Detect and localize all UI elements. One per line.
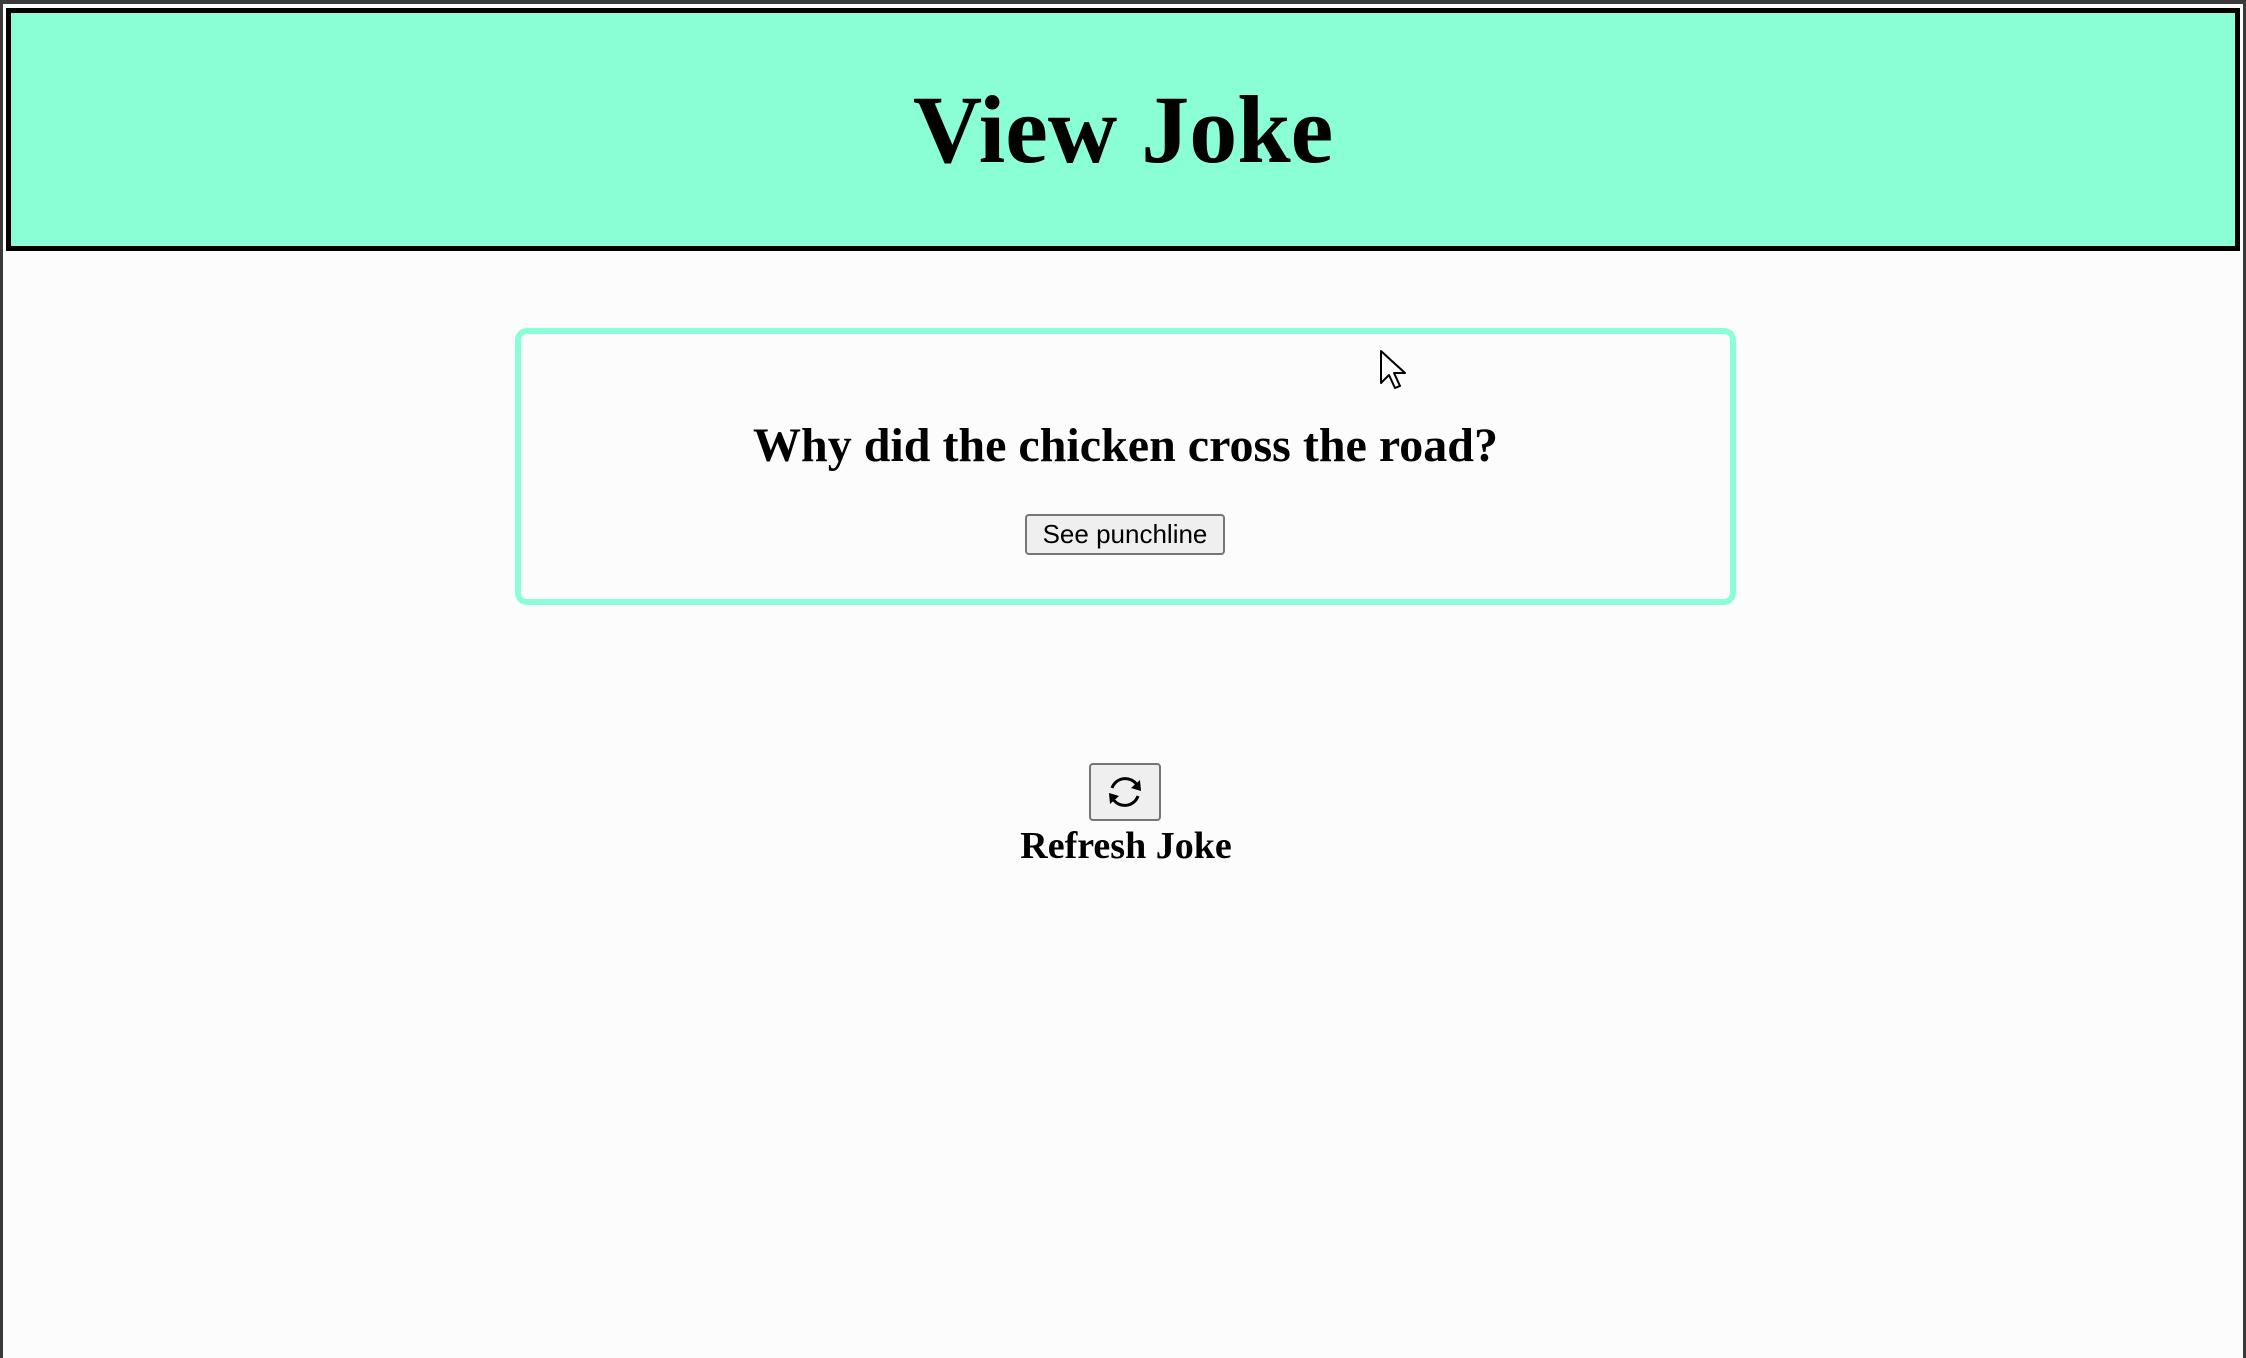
joke-setup-text: Why did the chicken cross the road?: [753, 419, 1498, 472]
page-header: View Joke: [6, 8, 2240, 251]
see-punchline-button[interactable]: See punchline: [1025, 514, 1225, 555]
refresh-joke-label: Refresh Joke: [1020, 825, 1232, 867]
refresh-icon: [1109, 777, 1141, 807]
app-window: View Joke Why did the chicken cross the …: [0, 0, 2246, 1358]
joke-card: Why did the chicken cross the road? See …: [515, 328, 1736, 605]
page-title: View Joke: [912, 75, 1334, 183]
mouse-cursor-icon: [1380, 350, 1406, 389]
refresh-joke-button[interactable]: [1089, 763, 1161, 821]
